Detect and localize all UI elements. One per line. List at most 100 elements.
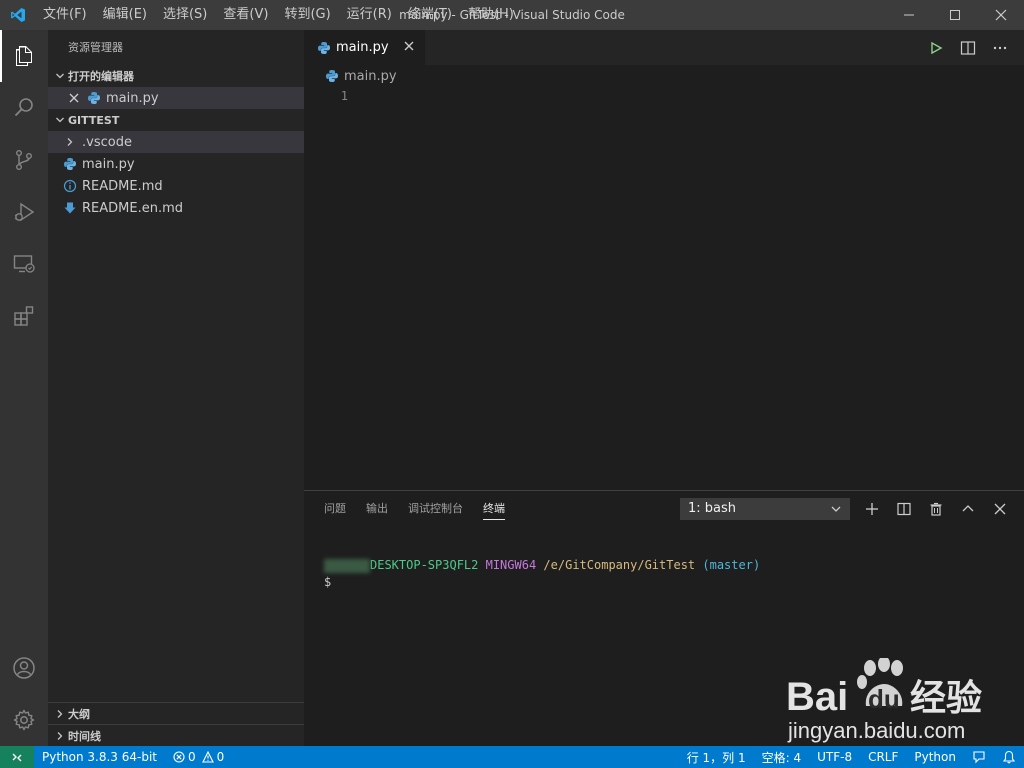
open-editor-item[interactable]: main.py [48,87,304,109]
run-python-file-button[interactable] [920,30,952,65]
line-number: 1 [340,89,348,103]
terminal-select[interactable]: 1: bash [680,497,850,520]
error-icon [173,751,185,763]
terminal-prompt: $ [324,575,332,589]
feedback-button[interactable] [964,750,994,764]
outline-header[interactable]: 大纲 [48,702,304,724]
new-terminal-button[interactable] [856,491,888,526]
bell-icon [1002,750,1016,764]
search-button[interactable] [0,82,48,134]
split-terminal-button[interactable] [888,491,920,526]
source-control-icon [15,150,32,171]
extensions-button[interactable] [0,290,48,342]
python-file-icon [324,68,340,84]
play-icon [931,41,943,54]
split-editor-icon [960,40,976,55]
source-control-button[interactable] [0,134,48,186]
explorer-sidebar: 资源管理器 打开的编辑器 main.py GITTEST .vscode mai… [48,30,304,746]
tree-item-main-py[interactable]: main.py [48,153,304,175]
sidebar-bottom-sections: 大纲 时间线 [48,702,304,746]
minimize-button[interactable] [886,0,932,30]
watermark-url: jingyan.baidu.com [787,718,965,743]
menu-view[interactable]: 查看(V) [215,0,276,30]
notifications-button[interactable] [994,750,1024,764]
menu-terminal[interactable]: 终端(T) [400,0,460,30]
remote-explorer-button[interactable] [0,238,48,290]
tab-output[interactable]: 输出 [356,491,398,526]
terminal-branch: (master) [702,558,761,572]
breadcrumb[interactable]: main.py [304,65,1024,87]
menu-go[interactable]: 转到(G) [276,0,338,30]
window-controls [886,0,1024,30]
baidu-logo-icon: Bai du 经验 jingyan.baidu.com [786,656,982,743]
accounts-button[interactable] [0,642,48,694]
watermark-brand: Bai [786,675,848,719]
close-window-button[interactable] [978,0,1024,30]
maximize-panel-button[interactable] [952,491,984,526]
end-of-line[interactable]: CRLF [860,750,906,764]
python-file-icon [316,40,332,56]
encoding[interactable]: UTF-8 [809,750,860,764]
indentation[interactable]: 空格: 4 [754,749,810,766]
activity-bar-bottom [0,642,48,746]
language-mode[interactable]: Python [906,750,964,764]
folder-name: .vscode [82,134,132,150]
close-editor-icon[interactable] [66,90,82,106]
tree-item-readme[interactable]: README.md [48,175,304,197]
account-icon [13,657,35,679]
status-bar: Python 3.8.3 64-bit 0 0 行 1，列 1 空格: 4 UT… [0,746,1024,768]
remote-indicator[interactable] [0,746,34,768]
activity-bar [0,30,48,746]
chevron-down-icon [831,506,841,512]
explorer-button[interactable] [0,30,48,82]
menu-selection[interactable]: 选择(S) [155,0,215,30]
maximize-button[interactable] [932,0,978,30]
watermark-brand2: du [868,684,900,714]
chevron-down-icon [52,71,68,81]
breadcrumb-filename: main.py [344,68,397,84]
plus-icon [866,502,878,515]
menu-file[interactable]: 文件(F) [35,0,95,30]
chevron-right-icon [62,134,78,150]
menu-run[interactable]: 运行(R) [339,0,400,30]
terminal-output[interactable]: DESKTOP-SP3QFL2 MINGW64 /e/GitCompany/Gi… [324,557,760,591]
tab-terminal[interactable]: 终端 [473,491,515,526]
workspace-header[interactable]: GITTEST [48,109,304,131]
cursor-position[interactable]: 行 1，列 1 [679,749,754,766]
extensions-icon [14,306,34,326]
terminal-host: DESKTOP-SP3QFL2 [370,558,479,572]
tab-close-button[interactable] [403,40,415,56]
sidebar-title: 资源管理器 [68,41,123,54]
markdown-file-icon [62,200,78,216]
menu-help[interactable]: 帮助(H) [460,0,522,30]
problems-indicator[interactable]: 0 0 [165,750,232,764]
tree-item-vscode-folder[interactable]: .vscode [48,131,304,153]
trash-icon [930,502,942,516]
split-terminal-icon [897,502,911,515]
status-bar-right: 行 1，列 1 空格: 4 UTF-8 CRLF Python [679,746,1024,768]
ellipsis-icon [993,46,1007,49]
chevron-right-icon [52,731,68,741]
tab-main-py[interactable]: main.py [304,30,425,65]
python-file-icon [62,156,78,172]
code-editor[interactable]: 1 [304,87,1024,490]
redacted-username [324,558,370,573]
more-actions-button[interactable] [984,30,1016,65]
tab-debug-console[interactable]: 调试控制台 [398,491,473,526]
menu-edit[interactable]: 编辑(E) [95,0,155,30]
close-panel-button[interactable] [984,491,1016,526]
timeline-header[interactable]: 时间线 [48,724,304,746]
manage-button[interactable] [0,694,48,746]
python-interpreter[interactable]: Python 3.8.3 64-bit [34,750,165,764]
chevron-up-icon [962,504,974,511]
kill-terminal-button[interactable] [920,491,952,526]
gear-icon [13,709,35,731]
tab-problems[interactable]: 问题 [314,491,356,526]
split-editor-button[interactable] [952,30,984,65]
run-debug-button[interactable] [0,186,48,238]
editor-group: main.py main.py 1 [304,30,1024,490]
watermark-product: 经验 [910,678,982,719]
tree-item-readme-en[interactable]: README.en.md [48,197,304,219]
open-editors-header[interactable]: 打开的编辑器 [48,65,304,87]
close-icon [994,503,1006,514]
